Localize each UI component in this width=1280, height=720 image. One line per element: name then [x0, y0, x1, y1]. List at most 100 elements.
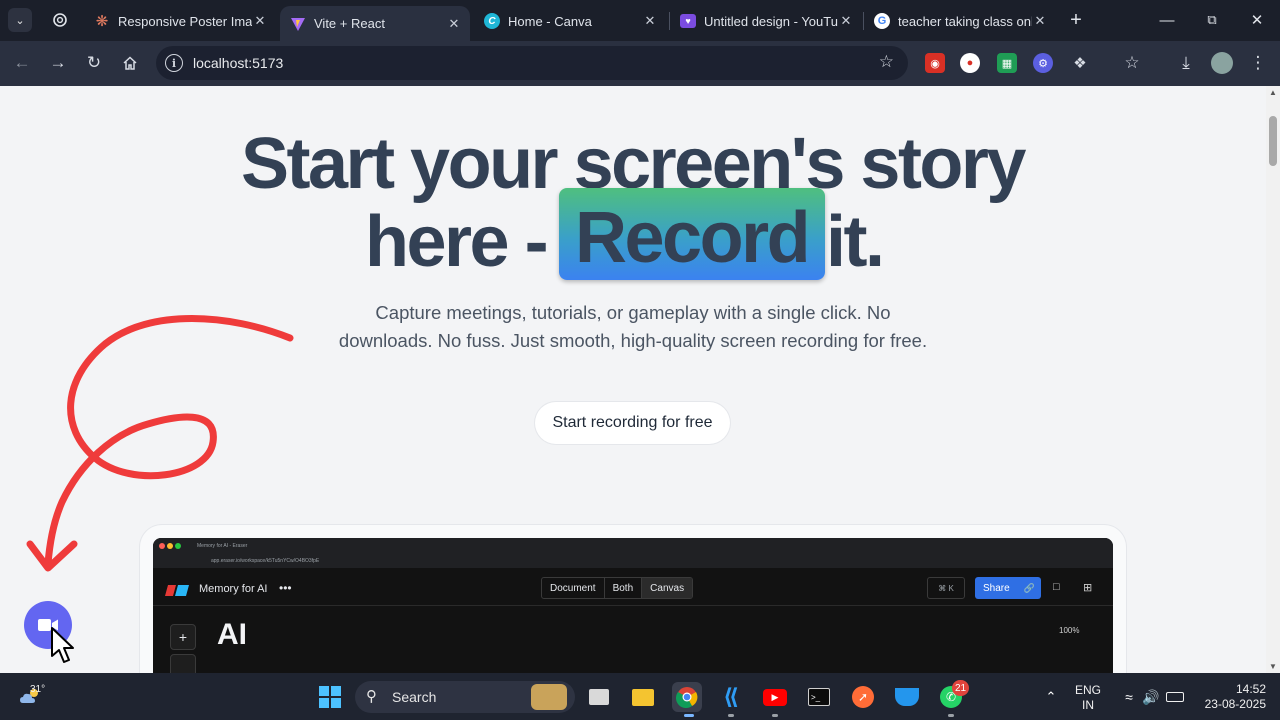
close-icon[interactable]: ✕ [252, 13, 268, 29]
page-scrollbar[interactable]: ▲ ▼ [1266, 86, 1280, 673]
chrome-icon [676, 687, 698, 708]
search-label: Search [392, 689, 437, 705]
close-icon[interactable]: ✕ [446, 16, 462, 32]
puzzle-red-icon: ◉ [930, 57, 940, 70]
close-icon[interactable]: ✕ [642, 13, 658, 29]
taskbar-terminal[interactable]: >_ [804, 682, 834, 712]
chrome-running-indicator [684, 714, 694, 717]
pokeball-icon: ● [966, 57, 974, 69]
restore-button[interactable]: ⧉ [1197, 5, 1227, 35]
taskbar-search-box[interactable]: ⚲ Search [355, 681, 575, 713]
extensions-button[interactable]: ❖ [1066, 49, 1094, 77]
speaker-icon: 🔊 [1142, 688, 1160, 705]
tab-search-button[interactable]: ⌄ [8, 8, 32, 32]
chevron-down-icon: ⌄ [15, 14, 25, 27]
show-hidden-icons-button[interactable]: ⌃ [1036, 682, 1066, 712]
more-vert-icon: ⋮ [1249, 53, 1267, 72]
windows-taskbar: 31° ⚲ Search ⟪ ▶ >_ ➚ ✆ 21 ⌃ ENG IN ≈ 🔊 … [0, 673, 1280, 720]
whatsapp-running-indicator [948, 714, 954, 717]
new-tab-button[interactable]: + [1061, 5, 1091, 35]
tab-vite-react[interactable]: Vite + React ✕ [280, 6, 470, 41]
docker-icon [895, 688, 919, 706]
clock[interactable]: 14:52 23-08-2025 [1196, 682, 1266, 712]
scrollbar-thumb[interactable] [1269, 116, 1277, 166]
menu-button[interactable]: ⋮ [1244, 49, 1272, 77]
downloads-button[interactable]: ⤓ [1172, 49, 1200, 77]
taskbar-postman[interactable]: ➚ [848, 682, 878, 712]
taskbar-chrome[interactable] [672, 682, 702, 712]
close-icon[interactable]: ✕ [838, 13, 854, 29]
tab-title: Home - Canva [508, 13, 592, 29]
tab-title: Vite + React [314, 16, 385, 31]
arrow-right-icon: → [49, 53, 67, 72]
address-bar[interactable]: i localhost:5173 ☆ [156, 46, 908, 80]
extension-3[interactable]: ▦ [997, 53, 1017, 73]
extension-2[interactable]: ● [960, 53, 980, 73]
vite-icon [290, 16, 306, 32]
extension-4[interactable]: ⚙ [1033, 53, 1053, 73]
battery-status[interactable] [1160, 682, 1190, 712]
vscode-icon: ⟪ [723, 684, 739, 709]
canva-icon: C [484, 13, 500, 29]
close-icon: ✕ [1250, 12, 1264, 29]
windows-logo-icon [319, 686, 341, 708]
youtube-icon: ▶ [763, 688, 787, 706]
folder-icon [632, 688, 654, 706]
tab-title: teacher taking class onl [898, 13, 1032, 29]
taskbar-docker[interactable] [892, 682, 922, 712]
profile-button[interactable] [1208, 49, 1236, 77]
site-info-icon[interactable]: i [165, 54, 183, 72]
sheet-icon: ▦ [1001, 57, 1013, 70]
star-list-icon: ☆ [1124, 53, 1140, 72]
tab-teacher-taking-class[interactable]: G teacher taking class onl ✕ [864, 6, 1056, 36]
google-icon: G [874, 13, 890, 29]
tab-title: Responsive Poster Imag [118, 13, 252, 29]
page-viewport: Start your screen's story here - Record … [0, 86, 1266, 673]
canva-heart-icon: ♥ [680, 13, 696, 29]
terminal-icon: >_ [808, 688, 830, 706]
extension-1[interactable]: ◉ [925, 53, 945, 73]
language-code: ENG [1074, 683, 1101, 697]
taskbar-task-view[interactable] [584, 682, 614, 712]
mouse-cursor-icon [51, 627, 74, 663]
vscode-running-indicator [728, 714, 734, 717]
bookmarks-button[interactable]: ☆ [1118, 49, 1146, 77]
url-text: localhost:5173 [193, 55, 284, 71]
browser-tab-strip: ⌄ ❋ Responsive Poster Imag ✕ Vite + Reac… [0, 0, 1280, 41]
whatsapp-notification-badge: 21 [952, 680, 970, 696]
taskbar-vscode[interactable]: ⟪ [716, 682, 746, 712]
tab-home-canva[interactable]: C Home - Canva ✕ [474, 6, 666, 36]
youtube-running-indicator [772, 714, 778, 717]
tab-title: Untitled design - YouTu [704, 13, 838, 29]
openai-icon [53, 13, 67, 27]
home-button[interactable] [116, 49, 144, 77]
puzzle-icon: ❖ [1073, 55, 1087, 72]
battery-icon [1166, 692, 1184, 702]
reload-button[interactable]: ↻ [80, 49, 108, 77]
weather-temp: 31° [30, 684, 46, 695]
avatar [1211, 52, 1233, 74]
close-icon[interactable]: ✕ [1032, 13, 1048, 29]
minimize-button[interactable]: — [1152, 5, 1182, 35]
back-button[interactable]: ← [8, 49, 36, 77]
close-window-button[interactable]: ✕ [1242, 5, 1272, 35]
scroll-down-icon[interactable]: ▼ [1268, 662, 1278, 671]
home-icon [123, 56, 137, 70]
scroll-up-icon[interactable]: ▲ [1268, 88, 1278, 97]
pinned-tab-openai[interactable] [45, 5, 75, 35]
reload-icon: ↻ [86, 53, 102, 72]
browser-toolbar: ← → ↻ i localhost:5173 ☆ ◉ ● ▦ ⚙ ❖ ☆ ⤓ ⋮ [0, 41, 1280, 86]
start-button[interactable] [315, 682, 345, 712]
wifi-icon: ≈ [1125, 689, 1133, 705]
chevron-up-icon: ⌃ [1045, 689, 1057, 704]
taskbar-youtube[interactable]: ▶ [760, 682, 790, 712]
tab-untitled-design[interactable]: ♥ Untitled design - YouTu ✕ [670, 6, 862, 36]
hand-drawn-arrow [26, 315, 294, 572]
bookmark-star-icon[interactable]: ☆ [879, 52, 894, 72]
language-indicator[interactable]: ENG IN [1068, 683, 1108, 713]
taskbar-file-explorer[interactable] [628, 682, 658, 712]
tab-responsive-poster[interactable]: ❋ Responsive Poster Imag ✕ [84, 6, 276, 36]
forward-button[interactable]: → [44, 49, 72, 77]
download-icon: ⤓ [1182, 53, 1190, 72]
claude-icon: ❋ [95, 13, 109, 30]
